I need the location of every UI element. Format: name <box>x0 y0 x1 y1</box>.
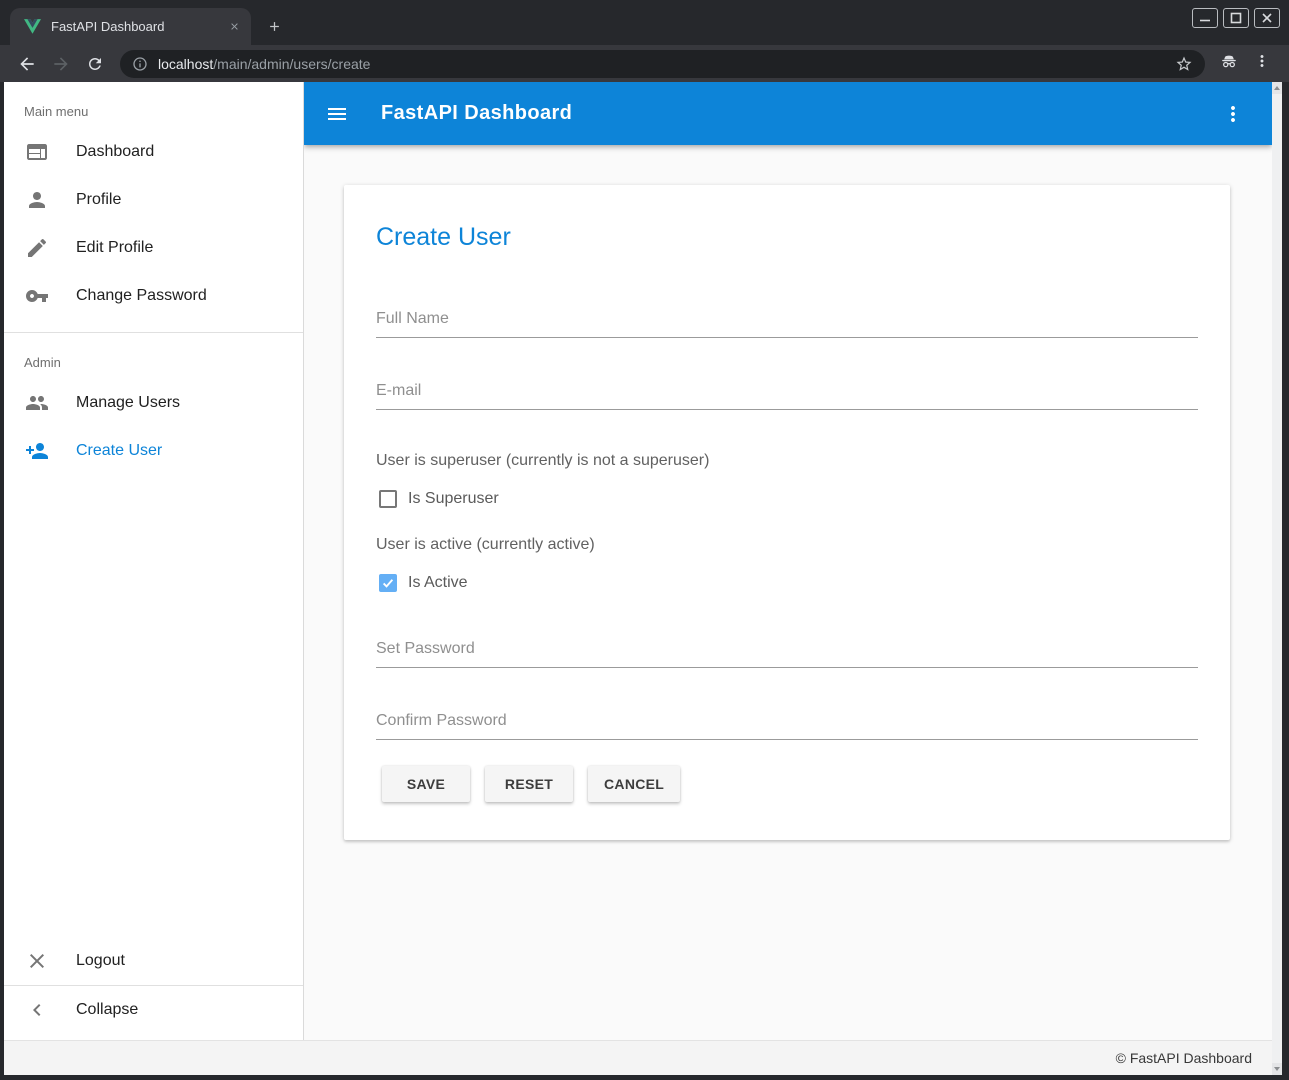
close-icon <box>25 949 49 973</box>
bookmark-star-icon[interactable] <box>1175 55 1193 73</box>
copyright-text: © FastAPI Dashboard <box>1116 1050 1252 1066</box>
confirm-password-field <box>376 710 1198 740</box>
appbar-dots-vertical-icon[interactable] <box>1221 102 1245 126</box>
page-title: Create User <box>376 223 1198 252</box>
people-icon <box>25 391 49 415</box>
main-area: FastAPI Dashboard Create User User is su… <box>304 82 1282 1040</box>
url-host: localhost <box>158 56 213 72</box>
sidebar-item-label: Collapse <box>76 1001 138 1019</box>
is-active-checkbox[interactable]: Is Active <box>379 574 1198 592</box>
sidebar: Main menu Dashboard Profile <box>4 82 304 1040</box>
new-tab-button[interactable] <box>262 14 286 38</box>
checkbox-label: Is Superuser <box>408 490 499 508</box>
email-input[interactable] <box>376 380 1198 410</box>
checkbox-checked-icon[interactable] <box>379 574 397 592</box>
dashboard-icon <box>25 140 49 164</box>
full-name-input[interactable] <box>376 308 1198 338</box>
cancel-button[interactable]: CANCEL <box>588 766 680 802</box>
refresh-icon[interactable] <box>81 50 109 78</box>
page-scrollbar[interactable] <box>1272 82 1282 1075</box>
pencil-icon <box>25 236 49 260</box>
is-superuser-checkbox[interactable]: Is Superuser <box>379 490 1198 508</box>
sidebar-section-main-menu: Main menu <box>24 104 303 119</box>
person-add-icon <box>25 439 49 463</box>
hamburger-menu-icon[interactable] <box>325 102 349 126</box>
scroll-up-icon[interactable] <box>1272 82 1282 94</box>
incognito-icon <box>1219 51 1239 76</box>
checkbox-unchecked-icon[interactable] <box>379 490 397 508</box>
content-row: Main menu Dashboard Profile <box>4 82 1282 1040</box>
site-info-icon[interactable] <box>132 56 148 72</box>
sidebar-item-profile[interactable]: Profile <box>4 176 303 224</box>
appbar: FastAPI Dashboard <box>304 82 1272 145</box>
email-field <box>376 380 1198 410</box>
superuser-hint: User is superuser (currently is not a su… <box>376 452 1198 470</box>
tab-close-icon[interactable] <box>225 18 243 36</box>
sidebar-item-label: Create User <box>76 442 162 460</box>
browser-tab[interactable]: FastAPI Dashboard <box>10 8 251 45</box>
sidebar-spacer <box>4 475 303 937</box>
sidebar-item-label: Logout <box>76 952 125 970</box>
save-button[interactable]: SAVE <box>382 766 470 802</box>
url-path: /main/admin/users/create <box>213 56 370 72</box>
tab-title: FastAPI Dashboard <box>51 19 225 34</box>
url-text: localhost/main/admin/users/create <box>158 56 370 72</box>
checkbox-label: Is Active <box>408 574 468 592</box>
window-maximize-icon[interactable] <box>1223 8 1249 28</box>
page-body: Main menu Dashboard Profile <box>4 82 1282 1075</box>
create-user-card: Create User User is superuser (currently… <box>344 185 1230 840</box>
browser-menu-dots-icon[interactable] <box>1253 52 1271 75</box>
form-buttons: SAVE RESET CANCEL <box>382 766 1198 802</box>
window-controls <box>1192 8 1280 28</box>
browser-window: FastAPI Dashboard <box>0 0 1289 1080</box>
full-name-field <box>376 308 1198 338</box>
sidebar-item-create-user[interactable]: Create User <box>4 427 303 475</box>
window-minimize-icon[interactable] <box>1192 8 1218 28</box>
sidebar-item-label: Dashboard <box>76 143 154 161</box>
browser-tabstrip: FastAPI Dashboard <box>0 0 1289 45</box>
sidebar-item-logout[interactable]: Logout <box>4 937 303 985</box>
address-bar[interactable]: localhost/main/admin/users/create <box>120 50 1205 78</box>
forward-icon[interactable] <box>47 50 75 78</box>
chevron-left-icon <box>25 998 49 1022</box>
sidebar-item-label: Edit Profile <box>76 239 153 257</box>
key-icon <box>25 284 49 308</box>
window-close-icon[interactable] <box>1254 8 1280 28</box>
scroll-down-icon[interactable] <box>1272 1063 1282 1075</box>
sidebar-item-label: Change Password <box>76 287 207 305</box>
sidebar-item-label: Profile <box>76 191 121 209</box>
reset-button[interactable]: RESET <box>485 766 573 802</box>
person-icon <box>25 188 49 212</box>
appbar-title: FastAPI Dashboard <box>381 102 572 125</box>
sidebar-section-admin: Admin <box>24 355 303 370</box>
browser-toolbar: localhost/main/admin/users/create <box>0 45 1289 82</box>
app-footer: © FastAPI Dashboard <box>4 1040 1282 1075</box>
active-hint: User is active (currently active) <box>376 536 1198 554</box>
spacer <box>376 592 1198 638</box>
confirm-password-input[interactable] <box>376 710 1198 740</box>
set-password-field <box>376 638 1198 668</box>
sidebar-item-label: Manage Users <box>76 394 180 412</box>
sidebar-divider <box>4 332 303 333</box>
sidebar-item-dashboard[interactable]: Dashboard <box>4 128 303 176</box>
set-password-input[interactable] <box>376 638 1198 668</box>
sidebar-item-edit-profile[interactable]: Edit Profile <box>4 224 303 272</box>
sidebar-item-manage-users[interactable]: Manage Users <box>4 379 303 427</box>
vue-logo-icon <box>24 19 41 34</box>
sidebar-item-change-password[interactable]: Change Password <box>4 272 303 320</box>
sidebar-item-collapse[interactable]: Collapse <box>4 986 303 1034</box>
back-icon[interactable] <box>13 50 41 78</box>
toolbar-right <box>1215 51 1279 76</box>
